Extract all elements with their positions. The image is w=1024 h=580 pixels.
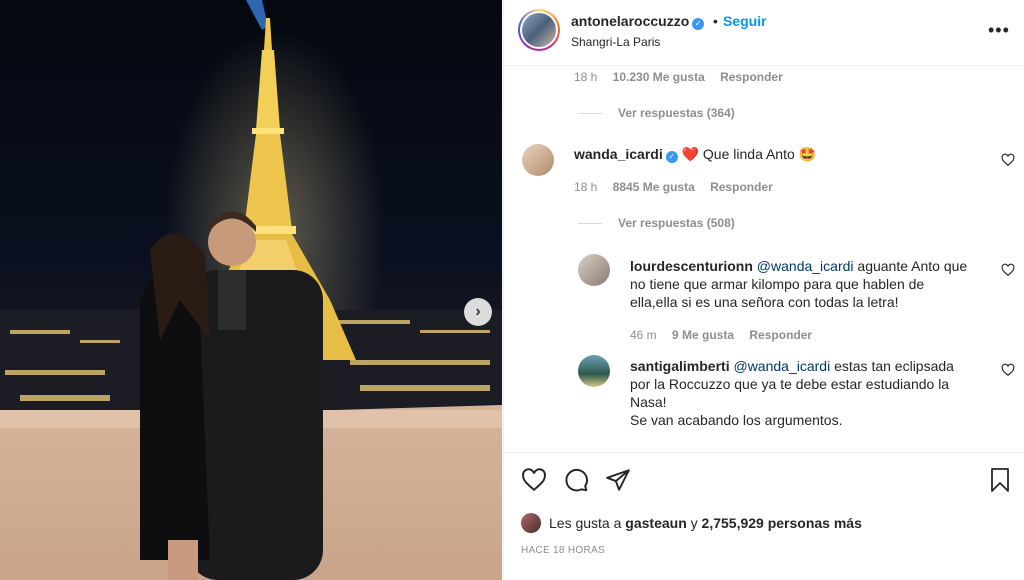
photo-illustration (0, 0, 502, 580)
post-details-panel: antonelaroccuzzo ✓ • Seguir Shangri-La Pa… (503, 0, 1024, 580)
comment-text: aguante Anto que (853, 258, 968, 274)
comment-username[interactable]: santigalimberti (630, 358, 730, 374)
heart-emoji: ❤️ (681, 146, 700, 162)
post-actions: Les gusta a gasteaun y 2,755,929 persona… (504, 452, 1024, 580)
comment-mention[interactable]: @wanda_icardi (757, 258, 854, 274)
view-replies-button[interactable]: Ver respuestas (508) (578, 216, 735, 230)
next-photo-button[interactable]: › (464, 298, 492, 326)
verified-badge-icon: ✓ (692, 18, 705, 30)
light-beam (246, 0, 268, 30)
view-replies-button[interactable]: Ver respuestas (364) (578, 106, 735, 120)
comment-text: Que linda Anto (702, 146, 795, 162)
liker-avatar[interactable] (521, 513, 541, 533)
comment-text: no tiene que armar kilompo para que habl… (630, 276, 925, 292)
reply-button[interactable]: Responder (720, 70, 783, 84)
bookmark-icon[interactable] (988, 467, 1012, 493)
comment-wanda: wanda_icardi ✓ ❤️ Que linda Anto 🤩 (574, 145, 816, 163)
comment-santi: santigalimberti @wanda_icardi estas tan … (630, 357, 990, 429)
author-username-text[interactable]: antonelaroccuzzo (571, 13, 689, 29)
comment-icon[interactable] (563, 467, 589, 493)
comment-text: por la Roccuzzo que ya te debe estar est… (630, 376, 950, 392)
author-avatar[interactable] (518, 9, 560, 51)
view-replies-label[interactable]: Ver respuestas (508) (618, 216, 735, 230)
comment-likes[interactable]: 9 Me gusta (672, 328, 734, 342)
commenter-avatar[interactable] (522, 144, 554, 176)
separator-dot: • (713, 13, 718, 29)
comment-meta: 18 h 8845 Me gusta Responder (574, 180, 785, 194)
reply-button[interactable]: Responder (749, 328, 812, 342)
likes-prefix: Les gusta a (549, 515, 622, 531)
commenter-avatar[interactable] (578, 355, 610, 387)
comment-text: estas tan eclipsada (830, 358, 954, 374)
like-comment-heart-icon[interactable] (1001, 363, 1015, 377)
more-options-icon[interactable]: ••• (988, 20, 1010, 41)
comment-time: 18 h (574, 70, 598, 84)
reply-button[interactable]: Responder (710, 180, 773, 194)
comment-lourdes: lourdescenturionn @wanda_icardi aguante … (630, 257, 990, 311)
comment-likes[interactable]: 10.230 Me gusta (613, 70, 705, 84)
author-username[interactable]: antonelaroccuzzo ✓ (571, 13, 705, 30)
comment-username[interactable]: lourdescenturionn (630, 258, 753, 274)
chevron-right-icon: › (475, 303, 481, 320)
replies-divider (578, 113, 602, 115)
comment-likes[interactable]: 8845 Me gusta (613, 180, 695, 194)
comment-text: Nasa! (630, 394, 667, 410)
like-comment-heart-icon[interactable] (1001, 263, 1015, 277)
comment-meta: 46 m 9 Me gusta Responder (630, 328, 824, 342)
likes-conjunction: y (690, 515, 698, 531)
woman-figure (140, 233, 210, 580)
comment-username[interactable]: wanda_icardi (574, 146, 663, 162)
comment-time: 46 m (630, 328, 657, 342)
post-likes-summary: Les gusta a gasteaun y 2,755,929 persona… (521, 513, 862, 533)
heart-icon[interactable] (521, 467, 547, 493)
comment-meta-top: 18 h 10.230 Me gusta Responder (574, 70, 795, 84)
comment-text: Se van acabando los argumentos. (630, 412, 843, 428)
verified-badge-icon: ✓ (665, 151, 678, 163)
comment-text: ella,ella si es una señora con todas la … (630, 294, 899, 310)
instagram-post-view: › antonelaroccuzzo ✓ • Seguir Shangri-La … (0, 0, 1024, 580)
comment-mention[interactable]: @wanda_icardi (733, 358, 830, 374)
post-header: antonelaroccuzzo ✓ • Seguir Shangri-La Pa… (504, 0, 1024, 66)
commenter-avatar[interactable] (578, 254, 610, 286)
post-timestamp[interactable]: HACE 18 HORAS (521, 545, 605, 556)
view-replies-label[interactable]: Ver respuestas (364) (618, 106, 735, 120)
comment-time: 18 h (574, 180, 598, 194)
post-photo[interactable]: › (0, 0, 502, 580)
share-icon[interactable] (605, 467, 631, 493)
star-eyes-emoji: 🤩 (798, 146, 817, 162)
replies-divider (578, 223, 602, 225)
post-location[interactable]: Shangri-La Paris (571, 35, 660, 49)
liker-username[interactable]: gasteaun (625, 515, 686, 531)
likes-count[interactable]: 2,755,929 personas más (702, 515, 862, 531)
like-comment-heart-icon[interactable] (1001, 153, 1015, 167)
follow-button[interactable]: Seguir (723, 13, 767, 29)
